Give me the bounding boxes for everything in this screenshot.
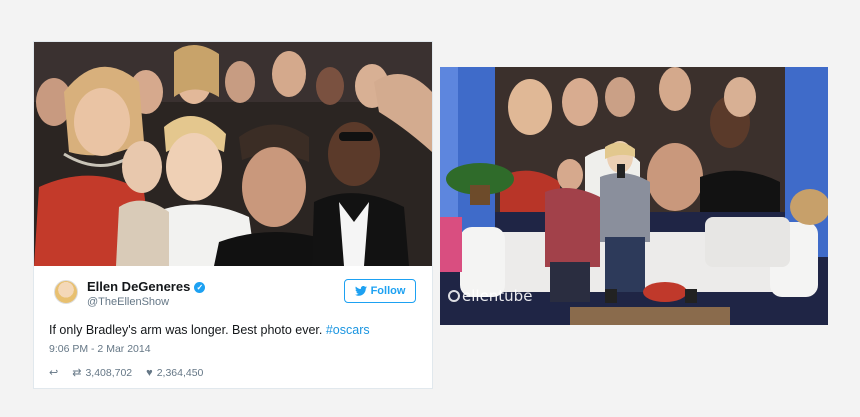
retweet-count: 3,408,702 bbox=[85, 366, 133, 379]
author-name[interactable]: Ellen DeGeneres ✓ bbox=[87, 279, 206, 294]
heart-icon: ♥ bbox=[146, 366, 153, 379]
retweet-icon: ⇄ bbox=[72, 367, 82, 379]
reply-icon: ↩ bbox=[49, 367, 59, 379]
ellentube-logo-icon bbox=[448, 290, 460, 302]
retweet-button[interactable]: ⇄ 3,408,702 bbox=[72, 366, 133, 380]
twitter-bird-icon bbox=[354, 286, 367, 296]
hashtag-link[interactable]: #oscars bbox=[326, 323, 370, 337]
reply-button[interactable]: ↩ bbox=[49, 366, 58, 379]
tweet-text: If only Bradley's arm was longer. Best p… bbox=[49, 323, 370, 337]
selfie-photo-graphic bbox=[34, 42, 432, 266]
author-avatar[interactable] bbox=[54, 280, 78, 304]
like-count: 2,364,450 bbox=[156, 366, 204, 379]
tweet-card: Ellen DeGeneres ✓ @TheEllenShow Follow If… bbox=[33, 41, 433, 389]
ellentube-watermark: ellentube bbox=[448, 287, 532, 305]
oscar-selfie-photo[interactable] bbox=[34, 42, 432, 266]
tweet-text-body: If only Bradley's arm was longer. Best p… bbox=[49, 323, 326, 337]
verified-badge-icon: ✓ bbox=[194, 282, 206, 293]
tweet-timestamp[interactable]: 9:06 PM - 2 Mar 2014 bbox=[49, 343, 151, 355]
tweet-actions: ↩ ⇄ 3,408,702 ♥ 2,364,450 bbox=[49, 366, 217, 380]
follow-label: Follow bbox=[370, 285, 406, 297]
like-button[interactable]: ♥ 2,364,450 bbox=[146, 367, 203, 379]
watermark-text: ellentube bbox=[462, 287, 533, 305]
ellen-show-video-frame[interactable]: ellentube bbox=[440, 67, 828, 325]
author-name-text: Ellen DeGeneres bbox=[87, 279, 191, 294]
author-handle[interactable]: @TheEllenShow bbox=[87, 296, 169, 308]
follow-button[interactable]: Follow bbox=[344, 279, 416, 303]
